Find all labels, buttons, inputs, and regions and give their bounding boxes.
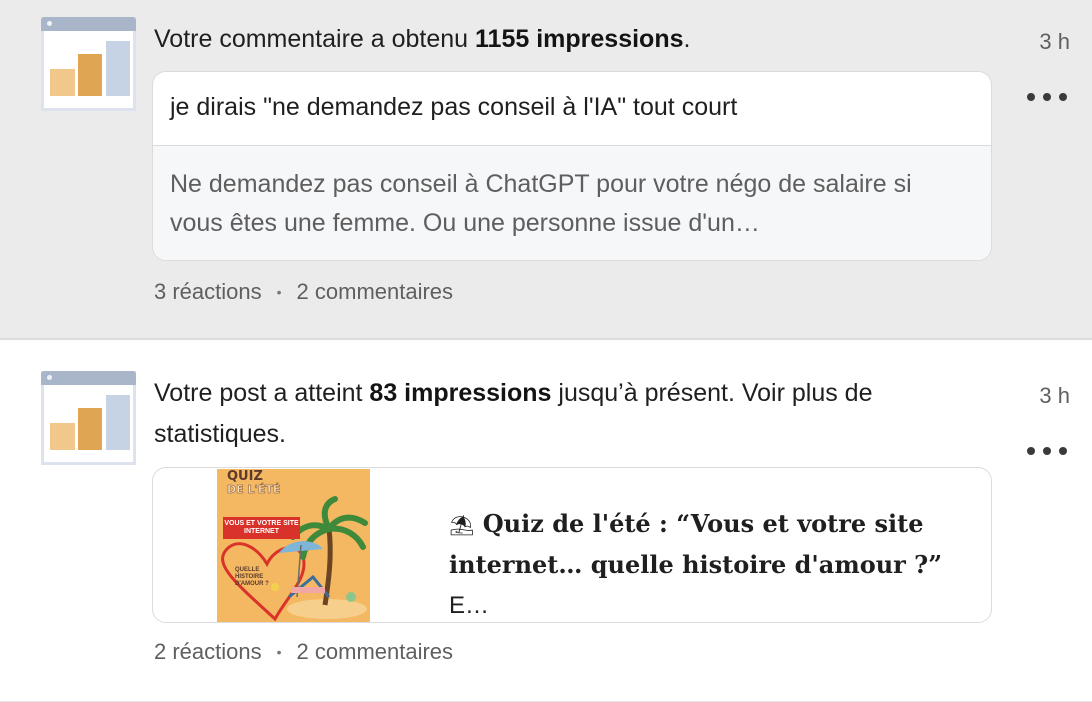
notification-headline[interactable]: Votre commentaire a obtenu 1155 impressi… xyxy=(154,19,1004,60)
timestamp: 3 h xyxy=(1039,383,1070,408)
post-thumbnail: QUIZ DE L'ÉTÉ VOUS ET VOTRE SITE INTERNE… xyxy=(217,469,370,622)
notification-headline[interactable]: Votre post a atteint 83 impressions jusq… xyxy=(154,373,1004,455)
impressions-count: 83 impressions xyxy=(369,379,552,407)
comments-link[interactable]: 2 commentaires xyxy=(297,279,454,304)
reactions-link[interactable]: 3 réactions xyxy=(154,279,262,304)
headline-text: Votre commentaire a obtenu xyxy=(154,25,476,53)
notification-post-impressions[interactable]: Votre post a atteint 83 impressions jusq… xyxy=(0,340,1092,702)
analytics-chart-icon xyxy=(41,17,136,111)
comments-link[interactable]: 2 commentaires xyxy=(297,639,454,664)
post-title-text: Quiz de l'été : “Vous et votre site inte… xyxy=(449,509,943,579)
separator-dot: • xyxy=(276,284,282,300)
comment-text: je dirais "ne demandez pas conseil à l'I… xyxy=(153,72,991,146)
headline-text: Votre post a atteint xyxy=(154,379,370,407)
separator-dot: • xyxy=(276,644,282,660)
quoted-post-text: Ne demandez pas conseil à ChatGPT pour v… xyxy=(170,170,912,237)
impressions-count: 1155 impressions xyxy=(475,25,684,53)
thumbnail-tag: VOUS ET VOTRE SITE INTERNET xyxy=(223,517,300,539)
thumbnail-subtitle: DE L'ÉTÉ xyxy=(227,483,281,497)
post-title[interactable]: ⛱ Quiz de l'été : “Vous et votre site in… xyxy=(449,504,979,622)
thumbnail-title: QUIZ xyxy=(227,469,263,484)
reactions-link[interactable]: 2 réactions xyxy=(154,639,262,664)
thumbnail-heart-text: QUELLE HISTOIRE D'AMOUR ? xyxy=(235,567,269,587)
post-title-truncated: E… xyxy=(449,592,490,619)
engagement-stats: 2 réactions • 2 commentaires xyxy=(154,639,453,665)
timestamp: 3 h xyxy=(1039,29,1070,54)
post-preview-card[interactable]: QUIZ DE L'ÉTÉ VOUS ET VOTRE SITE INTERNE… xyxy=(152,467,992,623)
analytics-chart-icon xyxy=(41,371,136,465)
engagement-stats: 3 réactions • 2 commentaires xyxy=(154,279,453,305)
quoted-post-preview[interactable]: Ne demandez pas conseil à ChatGPT pour v… xyxy=(153,146,991,260)
comment-card[interactable]: je dirais "ne demandez pas conseil à l'I… xyxy=(152,71,992,261)
beach-umbrella-icon: ⛱ xyxy=(449,513,475,537)
headline-suffix: . xyxy=(683,25,691,53)
notification-comment-impressions[interactable]: Votre commentaire a obtenu 1155 impressi… xyxy=(0,0,1092,340)
more-options-button[interactable] xyxy=(1027,444,1071,458)
more-options-button[interactable] xyxy=(1027,90,1071,104)
